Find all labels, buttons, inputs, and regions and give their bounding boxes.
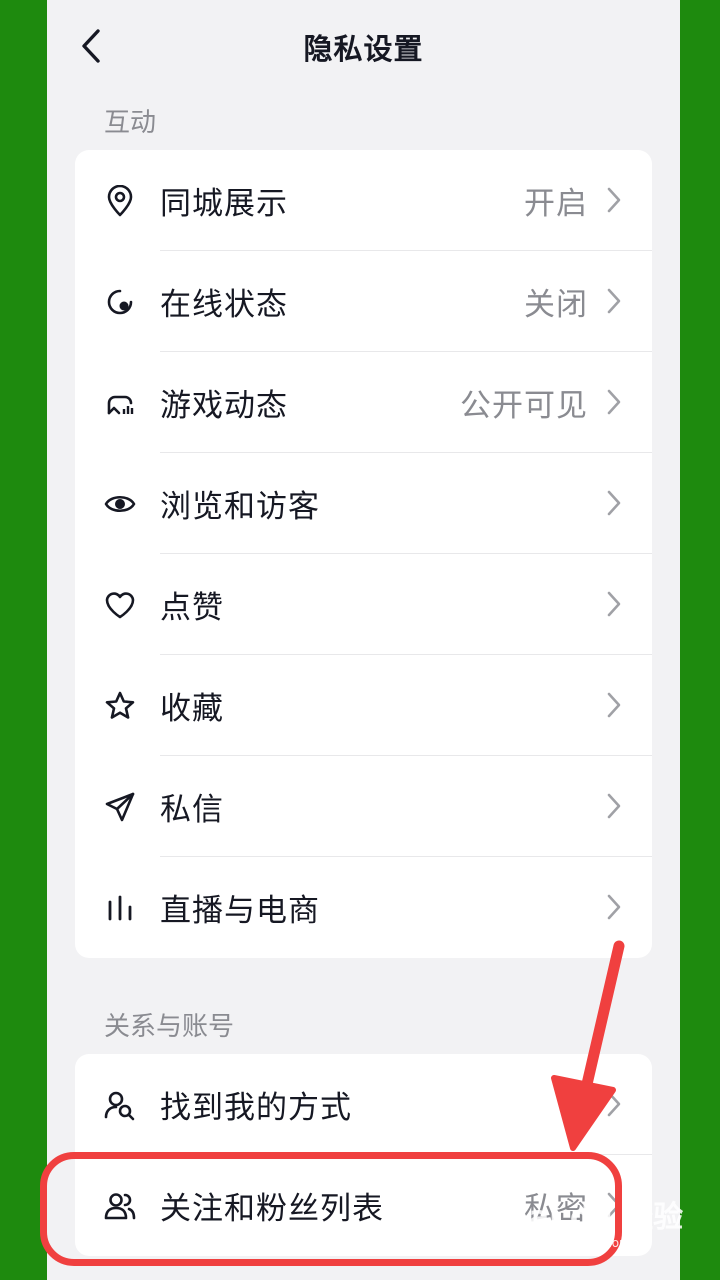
watermark-url: jingyan.baidu.com [520, 1236, 631, 1250]
annotation-arrow-icon [551, 940, 625, 1151]
baidu-jingyan-watermark: Bai du 经验 jingyan.baidu.com [506, 1188, 686, 1258]
watermark-logo-text: Bai du 经验 [506, 1200, 684, 1235]
